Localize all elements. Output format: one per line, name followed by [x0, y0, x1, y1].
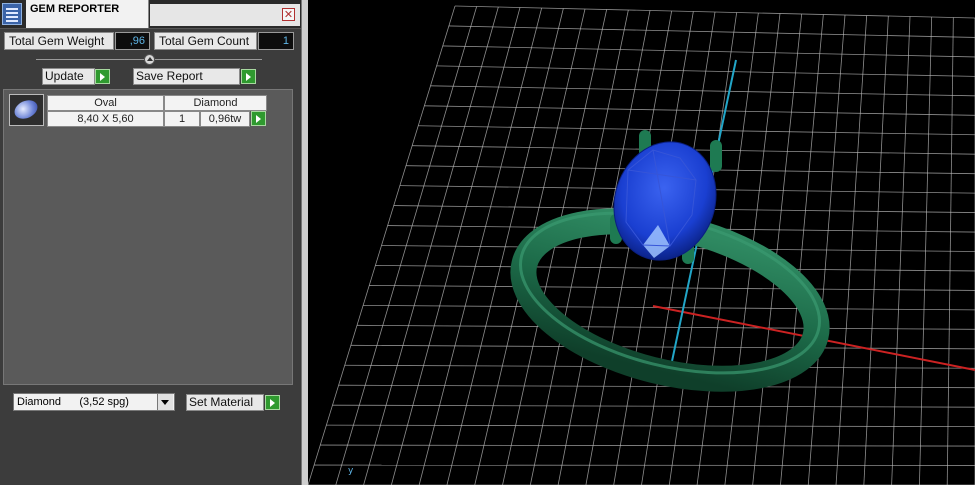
total-gem-count-label: Total Gem Count — [154, 32, 257, 50]
gem-row-arrow-icon[interactable] — [251, 111, 266, 126]
save-report-button[interactable]: Save Report — [133, 68, 240, 85]
panel-splitter[interactable] — [301, 0, 308, 485]
3d-viewport[interactable]: y — [308, 0, 975, 485]
gem-count-cell: 1 — [164, 111, 200, 127]
gem-shape-cell: Oval — [47, 95, 164, 111]
gem-material-cell: Diamond — [164, 95, 267, 111]
total-gem-weight-label: Total Gem Weight — [4, 32, 114, 50]
close-icon[interactable]: ✕ — [282, 8, 295, 21]
axis-indicator-label: y — [348, 466, 354, 476]
gem-reporter-app-icon — [2, 3, 22, 25]
grid-line — [320, 444, 975, 447]
total-gem-count-value: 1 — [258, 32, 294, 50]
oval-gem-thumbnail-icon[interactable] — [9, 94, 44, 126]
save-report-arrow-icon[interactable] — [241, 69, 256, 84]
dropdown-arrow-icon[interactable] — [157, 394, 173, 410]
window-title: GEM REPORTER — [30, 3, 120, 15]
gem-list — [3, 89, 293, 385]
update-button[interactable]: Update — [42, 68, 95, 85]
title-bar-fill — [150, 4, 300, 26]
prong — [710, 140, 722, 172]
set-material-arrow-icon[interactable] — [265, 395, 280, 410]
gem-size-cell: 8,40 X 5,60 — [47, 111, 164, 127]
gem-weight-cell: 0,96tw — [200, 111, 250, 127]
grid-line — [314, 464, 975, 466]
update-arrow-icon[interactable] — [95, 69, 110, 84]
title-bar: GEM REPORTER ✕ — [0, 0, 301, 29]
gem-reporter-panel: GEM REPORTER ✕ Total Gem Weight ,96 Tota… — [0, 0, 301, 485]
set-material-button[interactable]: Set Material — [186, 394, 264, 411]
slider-knob-icon[interactable] — [144, 54, 155, 65]
title-tab: GEM REPORTER — [26, 0, 149, 28]
total-gem-weight-value: ,96 — [115, 32, 150, 50]
material-select[interactable]: Diamond (3,52 spg) — [13, 393, 175, 411]
viewport-scene — [308, 5, 975, 485]
